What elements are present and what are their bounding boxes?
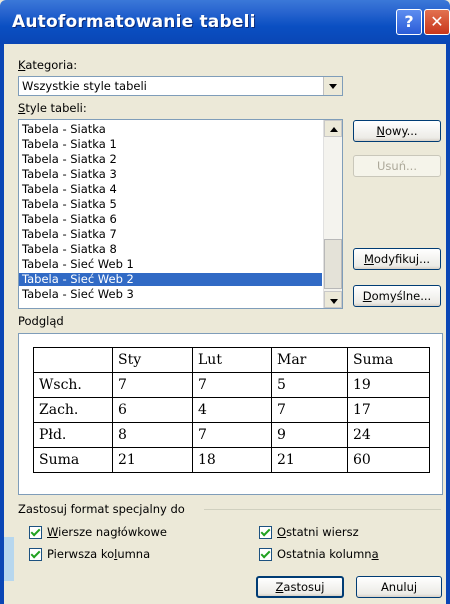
list-item[interactable]: Tabela - Siatka	[19, 123, 322, 136]
chevron-down-icon	[329, 84, 337, 89]
delete-button[interactable]: Usuń...	[353, 155, 441, 177]
chevron-up-icon	[330, 127, 338, 132]
table-cell: Suma	[347, 347, 430, 373]
list-item[interactable]: Tabela - Siatka 5	[19, 198, 322, 211]
table-cell: Sty	[112, 347, 193, 373]
table-row: Wsch. 7 7 5 19	[33, 372, 430, 398]
default-button[interactable]: Domyślne...	[353, 285, 441, 307]
apply-button[interactable]: Zastosuj	[256, 576, 344, 598]
dropdown-arrow-button[interactable]	[323, 77, 342, 95]
table-cell	[33, 347, 113, 373]
table-cell: 7	[192, 372, 272, 398]
table-cell: 4	[192, 397, 272, 423]
preview-label: Podgląd	[18, 314, 64, 328]
help-icon: ?	[404, 12, 414, 31]
category-label: Kategoria:	[18, 58, 78, 72]
table-cell: 8	[112, 422, 193, 448]
table-row: Zach. 6 4 7 17	[33, 397, 430, 423]
header-rows-label[interactable]: Wiersze nagłówkowe	[47, 525, 167, 539]
modify-button[interactable]: Modyfikuj...	[353, 248, 441, 270]
table-cell: 17	[347, 397, 430, 423]
table-cell: 5	[271, 372, 348, 398]
last-column-label[interactable]: Ostatnia kolumna	[277, 547, 379, 561]
styles-listbox[interactable]: Tabela - Siatka Tabela - Siatka 1 Tabela…	[18, 119, 343, 309]
table-cell: 6	[112, 397, 193, 423]
scroll-thumb[interactable]	[324, 239, 342, 289]
list-item[interactable]: Tabela - Siatka 2	[19, 153, 322, 166]
last-row-label[interactable]: Ostatni wiersz	[277, 525, 359, 539]
special-format-label: Zastosuj format specjalny do	[18, 502, 185, 516]
list-item[interactable]: Tabela - Siatka 8	[19, 243, 322, 256]
table-row: Suma 21 18 21 60	[33, 447, 430, 473]
table-cell: 21	[271, 447, 348, 473]
help-button[interactable]: ?	[396, 9, 422, 35]
table-cell: 21	[112, 447, 193, 473]
table-cell: 9	[271, 422, 348, 448]
window-frame-left	[0, 44, 4, 604]
header-rows-checkbox[interactable]	[29, 526, 42, 539]
last-row-checkbox[interactable]	[259, 526, 272, 539]
category-selected-value: Wszystkie style tabeli	[22, 79, 147, 93]
chevron-down-icon	[330, 299, 338, 304]
close-icon: ✕	[430, 12, 444, 31]
list-item[interactable]: Tabela - Siatka 4	[19, 183, 322, 196]
table-cell: 19	[347, 372, 430, 398]
styles-label: Style tabeli:	[18, 101, 87, 115]
window-title: Autoformatowanie tabeli	[12, 12, 256, 32]
list-item[interactable]: Tabela - Sieć Web 1	[19, 258, 322, 271]
cancel-button[interactable]: Anuluj	[356, 576, 442, 598]
table-cell: 24	[347, 422, 430, 448]
table-cell: Wsch.	[33, 372, 113, 398]
background-edge	[4, 537, 14, 581]
scroll-up-button[interactable]	[324, 120, 342, 137]
preview-table: Sty Lut Mar Suma Wsch. 7 7 5 19 Zach. 6 …	[33, 347, 430, 473]
table-cell: 18	[192, 447, 272, 473]
table-row: Płd. 8 7 9 24	[33, 422, 430, 448]
table-cell: Płd.	[33, 422, 113, 448]
list-item[interactable]: Tabela - Siatka 7	[19, 228, 322, 241]
table-cell: Suma	[33, 447, 113, 473]
scroll-down-button[interactable]	[324, 291, 342, 308]
table-row: Sty Lut Mar Suma	[33, 347, 430, 373]
close-button[interactable]: ✕	[424, 9, 450, 35]
listbox-scrollbar[interactable]	[323, 120, 342, 308]
category-dropdown[interactable]: Wszystkie style tabeli	[18, 76, 343, 96]
first-column-label[interactable]: Pierwsza kolumna	[47, 547, 150, 561]
table-cell: 7	[192, 422, 272, 448]
new-button[interactable]: Nowy...	[353, 120, 441, 142]
list-item[interactable]: Tabela - Siatka 3	[19, 168, 322, 181]
group-divider	[204, 509, 441, 510]
table-cell: Mar	[271, 347, 348, 373]
table-cell: 7	[271, 397, 348, 423]
list-item[interactable]: Tabela - Siatka 1	[19, 138, 322, 151]
table-cell: 7	[112, 372, 193, 398]
table-cell: 60	[347, 447, 430, 473]
title-bar[interactable]: Autoformatowanie tabeli ? ✕	[0, 0, 450, 44]
list-item[interactable]: Tabela - Sieć Web 3	[19, 288, 322, 301]
list-item[interactable]: Tabela - Siatka 6	[19, 213, 322, 226]
table-cell: Lut	[192, 347, 272, 373]
list-item-selected[interactable]: Tabela - Sieć Web 2	[19, 273, 322, 286]
last-column-checkbox[interactable]	[259, 548, 272, 561]
first-column-checkbox[interactable]	[29, 548, 42, 561]
window-frame-right	[446, 44, 450, 604]
table-preview: Sty Lut Mar Suma Wsch. 7 7 5 19 Zach. 6 …	[18, 333, 443, 495]
table-cell: Zach.	[33, 397, 113, 423]
